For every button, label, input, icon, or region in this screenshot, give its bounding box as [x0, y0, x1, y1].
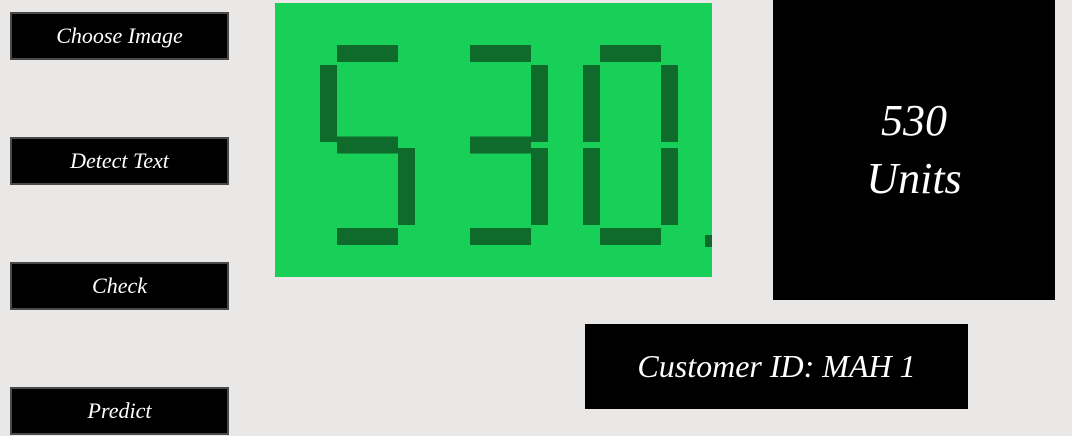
lcd-segment-d [337, 228, 398, 245]
meter-image [275, 3, 712, 277]
lcd-segment-b [531, 65, 548, 142]
lcd-decimal-point [705, 235, 712, 247]
result-unit: Units [866, 154, 962, 203]
meter-lcd-digits [320, 45, 712, 247]
customer-id-label: Customer ID: MAH 1 [585, 324, 968, 409]
lcd-segment-f [583, 65, 600, 142]
lcd-segment-a [337, 45, 398, 62]
lcd-segment-c [531, 148, 548, 225]
result-panel: 530 Units [773, 0, 1055, 300]
lcd-segment-f [320, 65, 337, 142]
lcd-segment-b [661, 65, 678, 142]
lcd-segment-d [600, 228, 661, 245]
lcd-segment-g [470, 136, 531, 154]
result-value: 530 [881, 96, 947, 145]
lcd-segment-d [470, 228, 531, 245]
check-button[interactable]: Check [10, 262, 229, 310]
lcd-segment-c [398, 148, 415, 225]
predict-button[interactable]: Predict [10, 387, 229, 435]
customer-id-text: Customer ID: MAH 1 [637, 348, 916, 384]
detect-text-button[interactable]: Detect Text [10, 137, 229, 185]
lcd-segment-g [337, 136, 398, 154]
lcd-segment-c [661, 148, 678, 225]
lcd-segment-e [583, 148, 600, 225]
lcd-segment-a [600, 45, 661, 62]
choose-image-button[interactable]: Choose Image [10, 12, 229, 60]
lcd-segment-a [470, 45, 531, 62]
